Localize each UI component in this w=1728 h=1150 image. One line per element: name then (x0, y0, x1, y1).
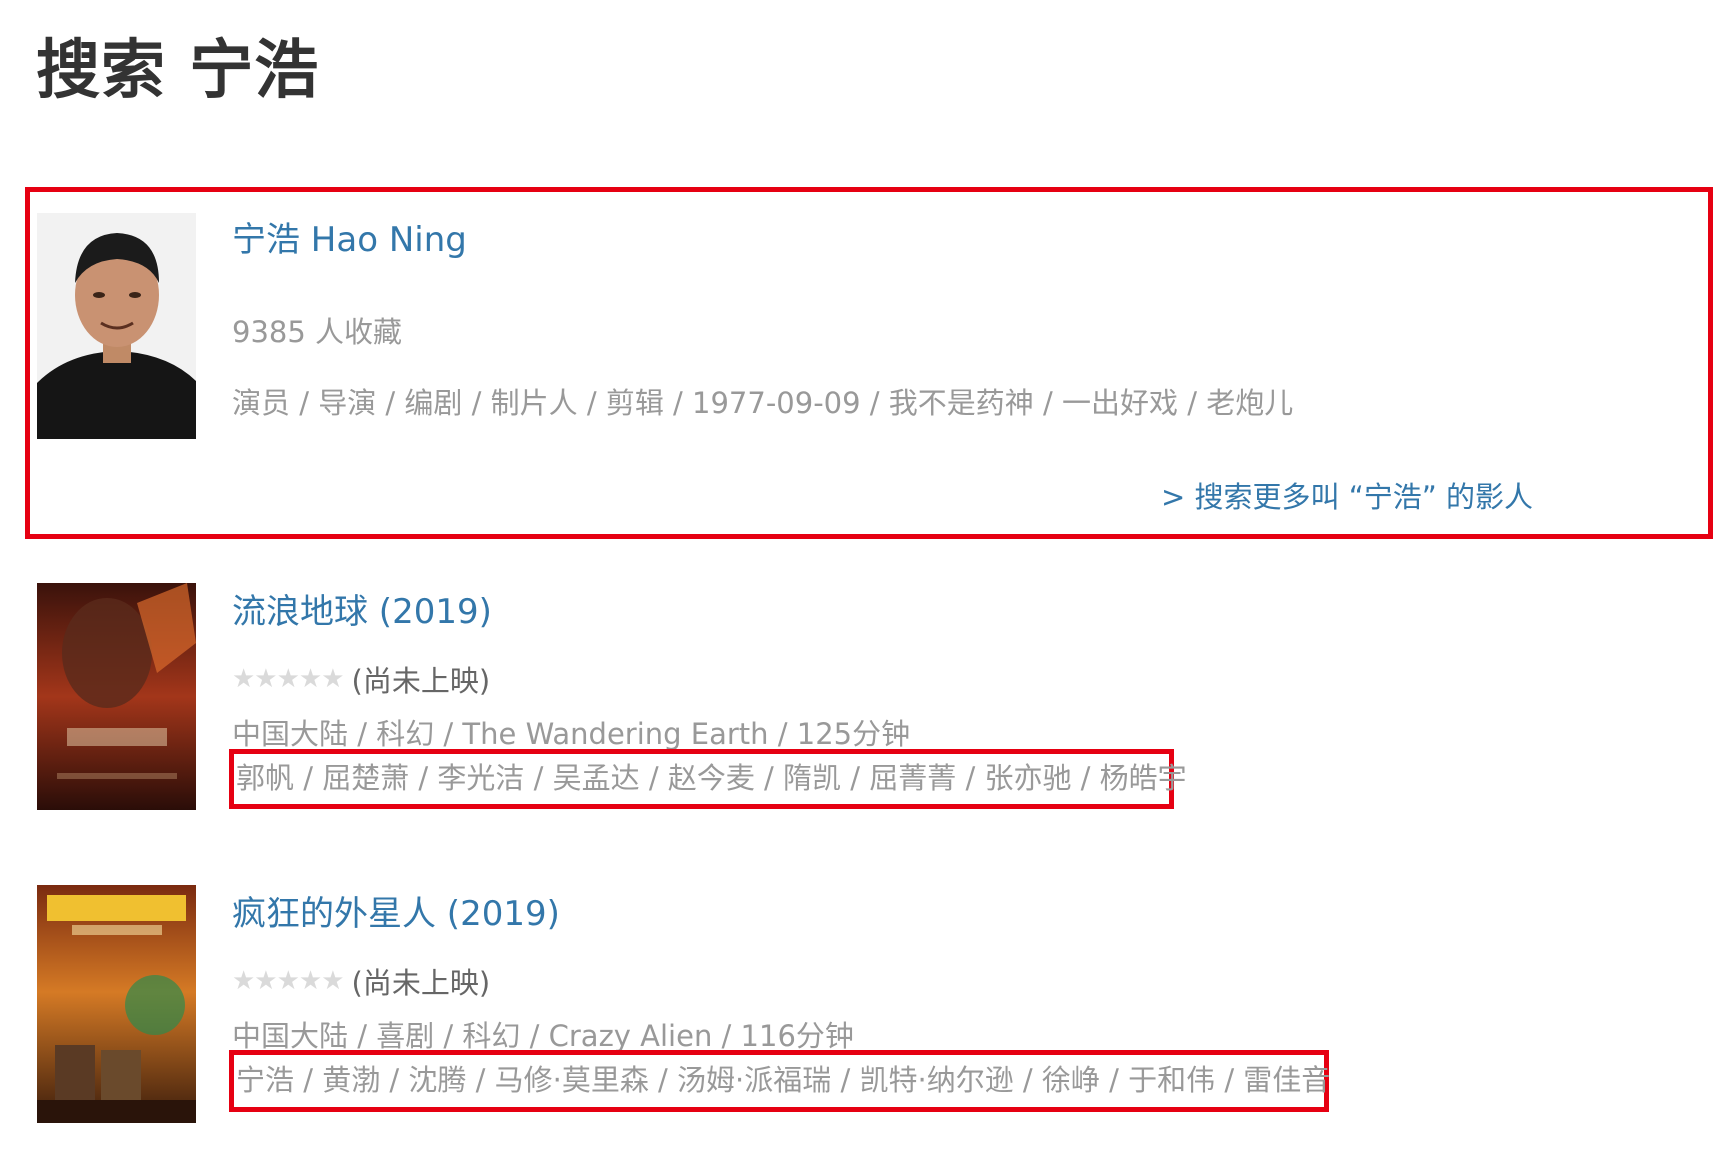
movie-title-link[interactable]: 流浪地球 (2019) (232, 590, 492, 634)
rating-note: (尚未上映) (351, 664, 491, 698)
movie-cast: 宁浩 / 黄渤 / 沈腾 / 马修·莫里森 / 汤姆·派福瑞 / 凯特·纳尔逊 … (236, 1063, 1331, 1097)
movie-rating: ★★★★★ (尚未上映) (232, 659, 490, 699)
movie-poster[interactable] (37, 885, 196, 1123)
movie-title-link[interactable]: 疯狂的外星人 (2019) (232, 892, 560, 936)
movie-cast: 郭帆 / 屈楚萧 / 李光洁 / 吴孟达 / 赵今麦 / 隋凯 / 屈菁菁 / … (236, 761, 1187, 795)
star-rating-icon: ★★★★★ (232, 966, 345, 996)
person-collect-count: 9385 人收藏 (232, 315, 403, 349)
person-name-link[interactable]: 宁浩 Hao Ning (232, 218, 467, 262)
person-avatar[interactable] (37, 213, 196, 439)
movie-meta: 中国大陆 / 科幻 / The Wandering Earth / 125分钟 (232, 717, 911, 751)
movie-rating: ★★★★★ (尚未上映) (232, 961, 490, 1001)
movie-poster[interactable] (37, 583, 196, 810)
rating-note: (尚未上映) (351, 966, 491, 1000)
search-more-people-link[interactable]: > 搜索更多叫 “宁浩” 的影人 (1161, 477, 1533, 517)
person-info: 演员 / 导演 / 编剧 / 制片人 / 剪辑 / 1977-09-09 / 我… (232, 386, 1294, 420)
star-rating-icon: ★★★★★ (232, 664, 345, 694)
page-title: 搜索 宁浩 (36, 34, 320, 108)
